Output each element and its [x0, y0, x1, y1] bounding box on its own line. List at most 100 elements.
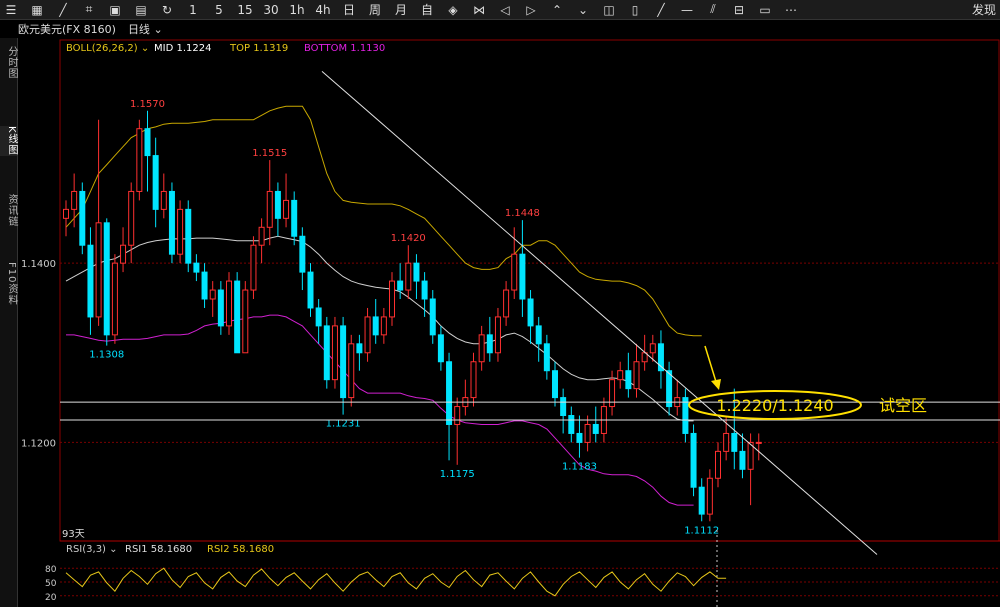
toolbar-button-9[interactable]: 15: [234, 3, 256, 17]
candle-body: [543, 343, 550, 372]
side-tab-0[interactable]: 分时图: [0, 46, 17, 79]
candle-body: [226, 280, 232, 327]
toolbar-button-7[interactable]: 1: [182, 3, 204, 17]
toolbar-button-12[interactable]: 4h: [312, 3, 334, 17]
candle-body: [405, 262, 412, 291]
boll-legend-3: BOTTOM 1.1130: [304, 43, 385, 54]
toolbar-button-23[interactable]: ◫: [598, 3, 620, 17]
candle-body: [755, 441, 762, 444]
candle-body: [103, 222, 110, 336]
low-price-label: 1.1175: [440, 469, 475, 480]
boll-legend-0: BOLL(26,26,2) ⌄: [66, 43, 149, 54]
toolbar-button-20[interactable]: ▷: [520, 3, 542, 17]
candle-body: [698, 486, 705, 515]
boll-legend-1: MID 1.1224: [154, 43, 211, 54]
chevron-down-icon: ⌄: [153, 23, 163, 36]
zone-label: 试空区: [879, 396, 927, 415]
candle-body: [413, 262, 420, 282]
toolbar-button-14[interactable]: 周: [364, 1, 386, 18]
candle-body: [348, 343, 355, 399]
candle-body: [111, 262, 118, 336]
candle-body: [160, 190, 167, 210]
toolbar-button-18[interactable]: ⋈: [468, 3, 490, 17]
candle-body: [177, 208, 184, 255]
toolbar-button-16[interactable]: 自: [416, 1, 438, 18]
candle-body: [128, 190, 135, 246]
toolbar-button-26[interactable]: —: [676, 3, 698, 17]
toolbar-button-0[interactable]: ☰: [0, 3, 22, 17]
toolbar-button-30[interactable]: ⋯: [780, 3, 802, 17]
candle-body: [209, 289, 216, 300]
rsi-legend-2: RSI2 58.1680: [207, 544, 274, 555]
boll-legend-2: TOP 1.1319: [229, 43, 288, 54]
zone-arrow: [704, 345, 718, 386]
candle-body: [299, 235, 306, 273]
period-selector[interactable]: 日线 ⌄: [128, 21, 163, 37]
candle-body: [258, 226, 265, 246]
toolbar-button-29[interactable]: ▭: [754, 3, 776, 17]
toolbar-button-6[interactable]: ↻: [156, 3, 178, 17]
candle-body: [71, 190, 78, 210]
rsi-tick-label: 50: [45, 579, 57, 589]
toolbar-button-3[interactable]: ⌗: [78, 2, 100, 17]
toolbar-button-10[interactable]: 30: [260, 3, 282, 17]
toolbar-button-8[interactable]: 5: [208, 3, 230, 17]
toolbar-button-4[interactable]: ▣: [104, 3, 126, 17]
side-tab-2[interactable]: 资讯链: [0, 194, 17, 227]
toolbar-button-11[interactable]: 1h: [286, 3, 308, 17]
candle-body: [136, 128, 143, 192]
high-price-label: 1.1570: [130, 99, 165, 110]
candle-body: [560, 397, 567, 417]
candle-body: [120, 244, 127, 264]
chart-title-bar: 欧元美元(FX 8160) 日线 ⌄: [18, 21, 163, 37]
candle-body: [144, 128, 151, 157]
toolbar-button-27[interactable]: ⫽: [702, 2, 724, 17]
side-tab-3[interactable]: F10资料: [0, 262, 17, 305]
candle-body: [739, 450, 746, 470]
toolbar-button-24[interactable]: ▯: [624, 3, 646, 17]
candle-body: [397, 280, 404, 291]
candle-body: [706, 477, 713, 515]
candle-body: [535, 325, 542, 345]
toolbar-button-5[interactable]: ▤: [130, 3, 152, 17]
candle-body: [364, 316, 371, 354]
zone-arrow-head: [711, 379, 721, 390]
candle-body: [266, 190, 273, 228]
rsi-tick-label: 80: [45, 565, 57, 575]
candle-body: [323, 325, 330, 381]
symbol-title[interactable]: 欧元美元(FX 8160): [18, 21, 116, 37]
candle-body: [87, 244, 94, 318]
candle-body: [63, 208, 69, 219]
toolbar-button-19[interactable]: ◁: [494, 3, 516, 17]
side-tab-1[interactable]: K线图: [0, 126, 17, 156]
candle-body: [511, 253, 518, 291]
candle-body: [193, 262, 200, 273]
candle-body: [723, 432, 730, 452]
candle-body: [79, 190, 86, 246]
candle-body: [633, 361, 640, 390]
candle-body: [372, 316, 379, 336]
toolbar-button-2[interactable]: ╱: [52, 3, 74, 17]
candle-body: [584, 423, 591, 443]
toolbar-button-28[interactable]: ⊟: [728, 3, 750, 17]
discover-link[interactable]: 发现: [972, 1, 996, 18]
candle-body: [625, 370, 632, 390]
toolbar-button-22[interactable]: ⌄: [572, 3, 594, 17]
candle-body: [470, 361, 477, 399]
high-price-label: 1.1515: [252, 148, 287, 159]
candle-body: [527, 298, 534, 327]
candle-body: [356, 343, 363, 354]
candle-body: [503, 289, 510, 318]
candle-body: [454, 406, 461, 425]
toolbar-button-25[interactable]: ╱: [650, 3, 672, 17]
toolbar-button-15[interactable]: 月: [390, 1, 412, 18]
candle-body: [690, 432, 697, 488]
candle-body: [274, 190, 281, 219]
toolbar-button-17[interactable]: ◈: [442, 3, 464, 17]
toolbar-button-1[interactable]: ▦: [26, 3, 48, 17]
rsi-tick-label: 20: [45, 593, 57, 603]
toolbar-button-21[interactable]: ⌃: [546, 3, 568, 17]
toolbar-button-13[interactable]: 日: [338, 1, 360, 18]
days-count-label: 93天: [62, 529, 85, 540]
main-panel-frame: [59, 39, 1000, 542]
